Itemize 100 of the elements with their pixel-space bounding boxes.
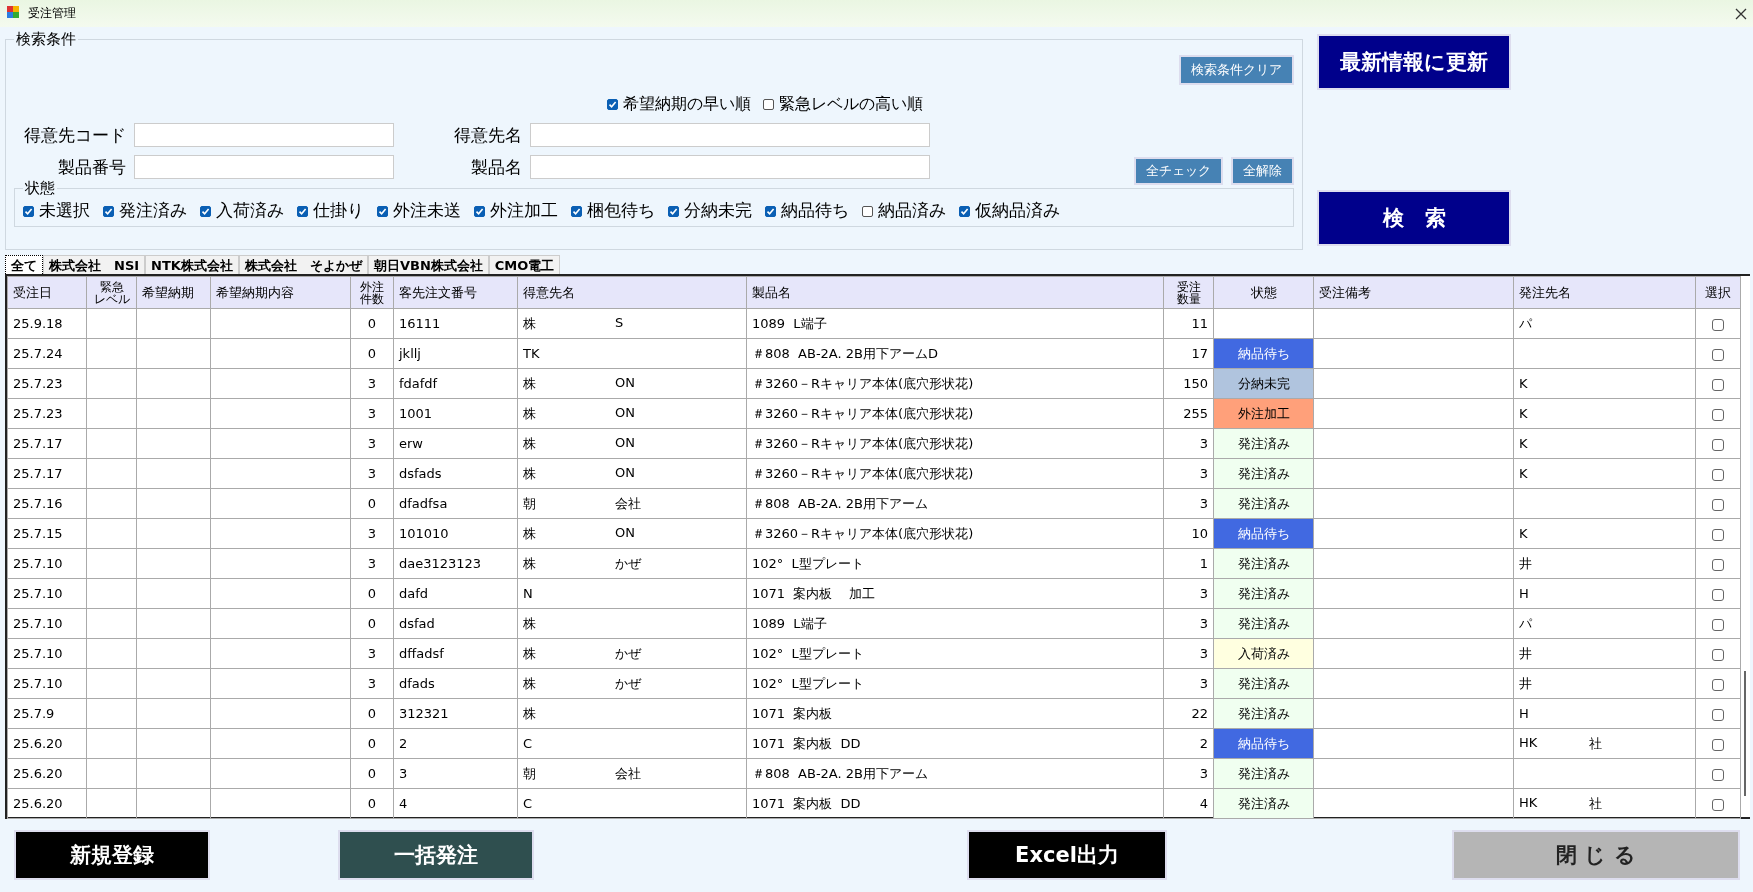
checkbox[interactable] bbox=[377, 205, 388, 217]
table-cell: ＃808 AB-2A. 2B用下アームD bbox=[746, 338, 1164, 369]
status-cell: 発注済み bbox=[1213, 548, 1314, 579]
footer-button[interactable]: 閉 じ る bbox=[1452, 830, 1740, 880]
footer-button[interactable]: 新規登録 bbox=[14, 830, 210, 880]
checkbox[interactable] bbox=[200, 205, 211, 217]
tab[interactable]: 朝日VBN株式会社 bbox=[367, 255, 489, 274]
table-cell-text: ON bbox=[615, 524, 635, 542]
checkbox-label: 未選択 bbox=[39, 200, 90, 222]
tab[interactable]: 全て bbox=[5, 255, 43, 274]
table-cell: かぜ bbox=[615, 554, 641, 573]
table-cell: K bbox=[1519, 466, 1528, 481]
footer-button[interactable]: Excel出力 bbox=[967, 830, 1167, 880]
input-field[interactable] bbox=[530, 123, 930, 147]
checkbox[interactable] bbox=[1712, 558, 1724, 571]
table-cell: 25.6.20 bbox=[7, 728, 87, 759]
checkbox[interactable] bbox=[1712, 618, 1724, 631]
checkbox[interactable] bbox=[1712, 798, 1724, 811]
tab[interactable]: 株式会社 NSI bbox=[43, 255, 146, 274]
checkbox[interactable] bbox=[1712, 528, 1724, 541]
checkbox[interactable] bbox=[1712, 708, 1724, 721]
checkbox[interactable] bbox=[1712, 648, 1724, 661]
tab[interactable]: NTK株式会社 bbox=[145, 255, 239, 274]
column-header[interactable]: 選択 bbox=[1695, 276, 1741, 309]
checkbox[interactable] bbox=[1712, 468, 1724, 481]
table-cell: 3 bbox=[393, 758, 518, 789]
checkbox[interactable] bbox=[571, 205, 582, 217]
column-header[interactable]: 希望納期内容 bbox=[210, 276, 351, 309]
checkbox[interactable] bbox=[1712, 768, 1724, 781]
table-cell: 25.7.9 bbox=[7, 698, 87, 729]
checkbox[interactable] bbox=[1712, 348, 1724, 361]
checkbox[interactable] bbox=[1712, 588, 1724, 601]
checkbox[interactable] bbox=[959, 205, 970, 217]
table-cell: 3 bbox=[350, 548, 394, 579]
status-cell: 発注済み bbox=[1213, 488, 1314, 519]
table-cell: 1071 案内板 DD bbox=[746, 728, 1164, 759]
checkbox-label: 仕掛り bbox=[313, 200, 364, 222]
checkbox[interactable] bbox=[1712, 378, 1724, 391]
table-cell: 0 bbox=[350, 488, 394, 519]
table-cell: 会社 bbox=[615, 764, 641, 783]
column-header[interactable]: 発注先名 bbox=[1513, 276, 1696, 309]
table-cell: K bbox=[1519, 526, 1528, 541]
table-cell: 朝 bbox=[523, 764, 536, 783]
checkbox-label: 希望納期の早い順 bbox=[623, 93, 751, 115]
status-cell: 発注済み bbox=[1213, 458, 1314, 489]
input-field[interactable] bbox=[134, 123, 394, 147]
table-cell: 1 bbox=[1163, 548, 1214, 579]
column-header[interactable]: 緊急 bbox=[89, 280, 134, 293]
checkbox[interactable] bbox=[103, 205, 114, 217]
column-header[interactable]: 製品名 bbox=[746, 276, 1164, 309]
column-header[interactable]: 受注日 bbox=[7, 276, 87, 309]
checkbox[interactable] bbox=[1712, 408, 1724, 421]
input-field[interactable] bbox=[134, 155, 394, 179]
column-header[interactable]: 状態 bbox=[1213, 276, 1314, 309]
scrollbar-thumb[interactable] bbox=[1744, 671, 1746, 796]
column-header[interactable]: 外注 bbox=[353, 280, 391, 293]
checkbox[interactable] bbox=[1712, 738, 1724, 751]
column-header[interactable]: 客先注文番号 bbox=[393, 276, 518, 309]
checkbox[interactable] bbox=[862, 205, 873, 217]
table-cell: 株 bbox=[523, 644, 536, 663]
column-header[interactable]: 件数 bbox=[353, 292, 391, 305]
column-header[interactable]: 受注 bbox=[1166, 280, 1211, 293]
column-header[interactable]: レベル bbox=[89, 292, 134, 305]
checkbox-label: 納品待ち bbox=[781, 200, 849, 222]
table-cell: 3 bbox=[350, 428, 394, 459]
column-header[interactable]: 得意先名 bbox=[517, 276, 747, 309]
table-cell: 1071 案内板 DD bbox=[746, 788, 1164, 819]
checkbox[interactable] bbox=[1712, 318, 1724, 331]
tab[interactable]: CMO電工 bbox=[488, 255, 561, 274]
checkbox-label: 発注済み bbox=[119, 200, 187, 222]
group-title: 検索条件 bbox=[15, 30, 77, 49]
checkbox[interactable] bbox=[1712, 498, 1724, 511]
table-cell: 株 bbox=[523, 704, 536, 723]
column-header[interactable]: 受注備考 bbox=[1313, 276, 1514, 309]
tab[interactable]: 株式会社 そよかぜ bbox=[238, 255, 368, 274]
checkbox[interactable] bbox=[668, 205, 679, 217]
footer-button[interactable]: 一括発注 bbox=[338, 830, 534, 880]
uncheck-all-button[interactable]: 全解除 bbox=[1231, 157, 1294, 185]
column-header[interactable]: 数量 bbox=[1166, 292, 1211, 305]
checkbox[interactable] bbox=[607, 98, 618, 110]
input-field[interactable] bbox=[530, 155, 930, 179]
checkbox-label: 外注加工 bbox=[490, 200, 558, 222]
table-cell: 25.7.23 bbox=[7, 368, 87, 399]
checkbox[interactable] bbox=[297, 205, 308, 217]
check-all-button[interactable]: 全チェック bbox=[1134, 157, 1223, 185]
status-cell: 納品待ち bbox=[1213, 728, 1314, 759]
column-header[interactable]: 希望納期 bbox=[136, 276, 211, 309]
table-cell: 25.7.10 bbox=[7, 578, 87, 609]
checkbox[interactable] bbox=[763, 98, 774, 110]
status-cell: 発注済み bbox=[1213, 578, 1314, 609]
checkbox[interactable] bbox=[1712, 438, 1724, 451]
search-button[interactable]: 検 索 bbox=[1317, 190, 1511, 246]
checkbox[interactable] bbox=[23, 205, 34, 217]
checkbox[interactable] bbox=[765, 205, 776, 217]
clear-button[interactable]: 検索条件クリア bbox=[1179, 55, 1294, 85]
checkbox[interactable] bbox=[474, 205, 485, 217]
refresh-button[interactable]: 最新情報に更新 bbox=[1317, 34, 1511, 90]
checkbox-label: 納品済み bbox=[878, 200, 946, 222]
table-cell: jkllj bbox=[393, 338, 518, 369]
checkbox[interactable] bbox=[1712, 678, 1724, 691]
